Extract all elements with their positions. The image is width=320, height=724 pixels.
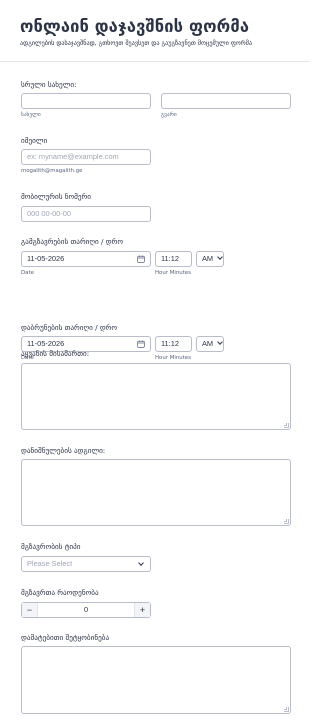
departure-ampm-select[interactable]: AM [196, 251, 224, 267]
return-ampm-value: AM [202, 339, 214, 348]
form-title: ონლაინ დაჯავშნის ფორმა [20, 17, 250, 36]
departure-date-sublabel: Date [21, 270, 34, 276]
last-name-sublabel: გვარი [161, 112, 177, 118]
pickup-address-label: აყვანის მისამართი: [21, 349, 90, 358]
passengers-stepper[interactable]: − 0 + [21, 602, 151, 618]
decrement-button[interactable]: − [22, 603, 38, 617]
chevron-down-icon [217, 254, 223, 260]
increment-button[interactable]: + [134, 603, 150, 617]
form-subtitle: ადგილების დასაჯავშნად, გთხოვთ შეავსეთ და… [20, 40, 253, 47]
departure-date-value: 11-05-2026 [27, 254, 65, 263]
destination-textarea[interactable] [21, 459, 291, 526]
email-sublabel: mogalith@magalith.ge [21, 168, 83, 174]
form-header: ონლაინ დაჯავშნის ფორმა ადგილების დასაჯავ… [0, 0, 310, 62]
notes-textarea[interactable] [21, 646, 291, 714]
passengers-value[interactable]: 0 [38, 603, 134, 617]
calendar-icon[interactable] [137, 340, 145, 348]
phone-label: მობილურის ნომერი [21, 192, 91, 201]
departure-ampm-value: AM [202, 254, 214, 263]
departure-time-input[interactable]: 11:12 [155, 251, 192, 267]
booking-form-page: ონლაინ დაჯავშნის ფორმა ადგილების დასაჯავ… [0, 0, 310, 724]
return-time-input[interactable]: 11:12 [155, 336, 192, 352]
notes-label: დამატებითი შეტყობინება [21, 633, 110, 642]
return-label: დაბრუნების თარიღი / დრო [21, 323, 118, 332]
trip-type-select[interactable]: Please Select [21, 556, 151, 572]
calendar-icon[interactable] [137, 255, 145, 263]
last-name-input[interactable] [161, 93, 291, 109]
return-ampm-select[interactable]: AM [196, 336, 224, 352]
passengers-label: მგზავრთა რაოდენობა [21, 588, 99, 597]
pickup-address-textarea[interactable] [21, 363, 291, 430]
destination-label: დანიშნულების ადგილი: [21, 446, 106, 455]
chevron-down-icon [217, 339, 223, 345]
departure-date-input[interactable]: 11-05-2026 [21, 251, 151, 267]
trip-type-label: მგზავრობის ტიპი [21, 542, 81, 551]
trip-type-placeholder: Please Select [27, 559, 73, 568]
return-time-sublabel: Hour Minutes [155, 355, 191, 361]
return-date-value: 11-05-2026 [27, 339, 65, 348]
phone-input[interactable]: 000 00-00-00 [21, 206, 151, 222]
email-input[interactable]: ex: myname@example.com [21, 149, 151, 165]
first-name-input[interactable] [21, 93, 151, 109]
departure-label: გამგზავრების თარიღი / დრო [21, 237, 123, 246]
email-label: იმეილი [21, 136, 48, 145]
first-name-sublabel: სახელი [21, 112, 41, 118]
chevron-down-icon [138, 560, 144, 566]
full-name-label: სრული სახელი: [21, 80, 77, 89]
departure-time-sublabel: Hour Minutes [155, 270, 191, 276]
